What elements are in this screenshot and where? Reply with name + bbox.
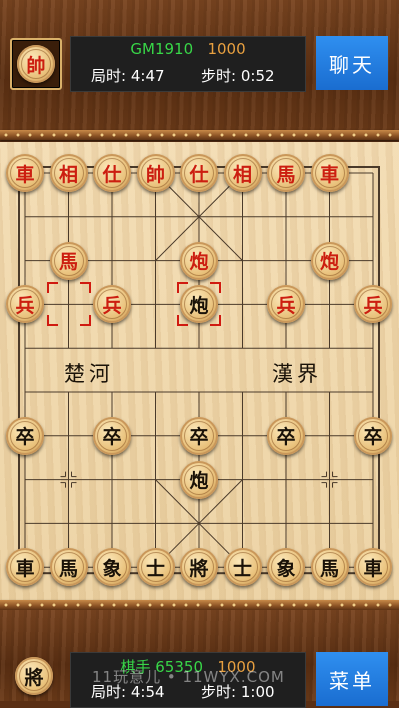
red-piece[interactable]: 仕 bbox=[180, 154, 218, 192]
black-piece[interactable]: 卒 bbox=[354, 416, 392, 455]
red-piece[interactable]: 炮 bbox=[180, 241, 218, 280]
opponent-game-time: 4:47 bbox=[130, 67, 165, 85]
opponent-info-panel: GM1910 1000 局时: 4:47 步时: 0:52 bbox=[70, 36, 306, 92]
opponent-step-time: 0:52 bbox=[240, 67, 275, 85]
black-piece[interactable]: 馬 bbox=[49, 548, 88, 587]
red-piece[interactable]: 馬 bbox=[267, 154, 305, 192]
black-piece[interactable]: 卒 bbox=[180, 416, 218, 455]
red-piece[interactable]: 仕 bbox=[93, 154, 131, 192]
opponent-name: GM1910 bbox=[130, 40, 194, 58]
opponent-avatar[interactable]: 帥 bbox=[10, 38, 62, 90]
black-piece[interactable]: 象 bbox=[93, 548, 131, 587]
black-piece[interactable]: 士 bbox=[223, 548, 262, 587]
menu-button[interactable]: 菜单 bbox=[316, 652, 388, 706]
red-piece[interactable]: 馬 bbox=[49, 241, 88, 280]
black-piece[interactable]: 車 bbox=[354, 548, 392, 587]
opponent-score: 1000 bbox=[207, 40, 246, 58]
chat-button[interactable]: 聊天 bbox=[316, 36, 388, 90]
red-piece[interactable]: 車 bbox=[6, 154, 44, 192]
red-piece[interactable]: 帥 bbox=[136, 154, 175, 192]
last-move-marker bbox=[46, 282, 91, 327]
black-piece[interactable]: 將 bbox=[180, 548, 218, 587]
site-watermark: 11玩意儿 • 11WYX.COM bbox=[92, 668, 285, 686]
red-piece[interactable]: 相 bbox=[49, 154, 88, 192]
red-piece[interactable]: 車 bbox=[310, 154, 349, 192]
red-piece[interactable]: 炮 bbox=[310, 241, 349, 280]
bottom-rail bbox=[0, 600, 399, 610]
player-avatar[interactable]: 將 bbox=[10, 652, 58, 700]
black-piece[interactable]: 車 bbox=[6, 548, 44, 587]
opponent-game-time-label: 局时: bbox=[91, 67, 127, 85]
black-piece[interactable]: 士 bbox=[136, 548, 175, 587]
black-piece[interactable]: 卒 bbox=[93, 416, 131, 455]
black-piece[interactable]: 卒 bbox=[267, 416, 305, 455]
red-piece[interactable]: 相 bbox=[223, 154, 262, 192]
player-avatar-piece: 將 bbox=[15, 657, 53, 695]
black-piece[interactable]: 炮 bbox=[180, 460, 218, 499]
xiangqi-board[interactable] bbox=[0, 142, 399, 600]
river-right-text: 漢界 bbox=[272, 362, 322, 386]
opponent-avatar-piece: 帥 bbox=[17, 45, 55, 83]
board-grid bbox=[18, 166, 380, 575]
black-piece[interactable]: 卒 bbox=[6, 416, 44, 455]
river-left-text: 楚河 bbox=[64, 362, 114, 386]
top-rail bbox=[0, 130, 399, 140]
black-piece[interactable]: 象 bbox=[267, 548, 305, 587]
opponent-step-time-label: 步时: bbox=[201, 67, 237, 85]
black-piece[interactable]: 馬 bbox=[310, 548, 349, 587]
